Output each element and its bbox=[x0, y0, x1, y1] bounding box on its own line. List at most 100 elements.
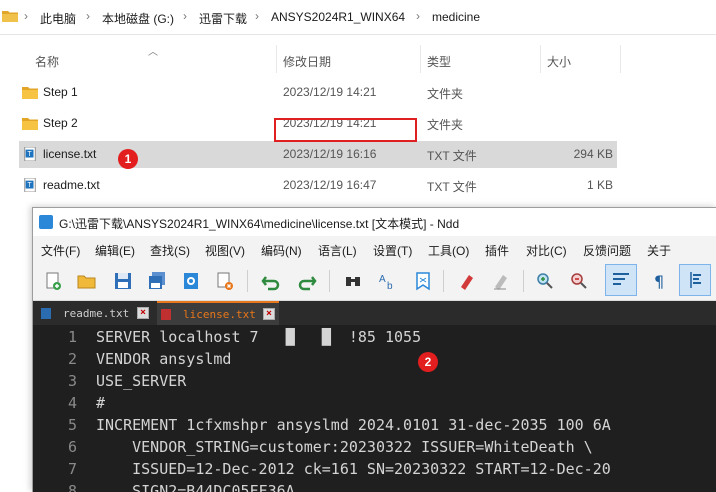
sort-up-icon: ︿ bbox=[148, 47, 158, 58]
zoom-in-icon[interactable] bbox=[533, 269, 557, 293]
chevron-right-icon: › bbox=[255, 9, 259, 23]
toolbar: Ab ¶ bbox=[33, 262, 716, 301]
tab-label: license.txt bbox=[183, 308, 256, 321]
column-name[interactable]: 名称 bbox=[35, 53, 59, 70]
file-date: 2023/12/19 16:47 bbox=[283, 178, 377, 192]
breadcrumb-item[interactable]: medicine bbox=[432, 10, 480, 24]
chevron-right-icon: › bbox=[416, 9, 420, 23]
file-size: 1 KB bbox=[586, 178, 613, 192]
menu-search[interactable]: 查找(S) bbox=[150, 242, 190, 259]
file-name: Step 2 bbox=[43, 116, 78, 130]
tab-license[interactable]: license.txt × bbox=[157, 301, 279, 327]
redo-icon[interactable] bbox=[295, 269, 319, 293]
bookmark-icon[interactable] bbox=[411, 269, 435, 293]
menu-feedback[interactable]: 反馈问题 bbox=[583, 242, 631, 259]
folder-icon bbox=[22, 87, 38, 99]
close-file-icon[interactable] bbox=[179, 269, 203, 293]
column-divider[interactable] bbox=[276, 45, 277, 73]
list-item-selected[interactable]: T license.txt 2023/12/19 16:16 TXT 文件 29… bbox=[19, 141, 617, 168]
line-number: 4 bbox=[67, 394, 77, 412]
column-divider[interactable] bbox=[420, 45, 421, 73]
save-icon bbox=[41, 308, 51, 319]
save-icon[interactable] bbox=[111, 269, 135, 293]
file-type: TXT 文件 bbox=[427, 180, 477, 194]
title-bar[interactable]: G:\迅雷下载\ANSYS2024R1_WINX64\medicine\lice… bbox=[33, 208, 716, 236]
text-editor[interactable]: 1 2 3 4 5 6 7 8 SERVER localhost 7 █ █ !… bbox=[33, 325, 716, 492]
breadcrumb-item[interactable]: 此电脑 bbox=[40, 10, 76, 27]
menu-settings[interactable]: 设置(T) bbox=[373, 242, 412, 259]
file-type: 文件夹 bbox=[427, 118, 464, 132]
menu-file[interactable]: 文件(F) bbox=[41, 242, 80, 259]
close-all-icon[interactable] bbox=[213, 269, 237, 293]
zoom-out-icon[interactable] bbox=[567, 269, 591, 293]
open-folder-icon[interactable] bbox=[75, 269, 99, 293]
code-line: VENDOR ansyslmd bbox=[96, 350, 232, 368]
tab-readme[interactable]: readme.txt × bbox=[37, 303, 155, 325]
show-symbols-icon[interactable]: ¶ bbox=[647, 269, 671, 293]
annotation-badge-1: 1 bbox=[118, 149, 138, 169]
chevron-right-icon: › bbox=[86, 9, 90, 23]
svg-text:T: T bbox=[27, 151, 32, 158]
menu-plugins[interactable]: 插件 bbox=[485, 242, 509, 259]
menu-encoding[interactable]: 编码(N) bbox=[261, 242, 302, 259]
column-date[interactable]: 修改日期 bbox=[283, 53, 331, 70]
svg-text:A: A bbox=[379, 274, 386, 285]
undo-icon[interactable] bbox=[259, 269, 283, 293]
column-type[interactable]: 类型 bbox=[427, 53, 451, 70]
word-wrap-icon[interactable] bbox=[605, 264, 637, 296]
file-date: 2023/12/19 16:16 bbox=[283, 147, 377, 161]
highlight-box bbox=[274, 118, 417, 142]
toolbar-separator bbox=[247, 270, 248, 292]
find-icon[interactable] bbox=[341, 269, 365, 293]
marker-icon[interactable] bbox=[455, 269, 479, 293]
chevron-right-icon: › bbox=[183, 9, 187, 23]
address-bar[interactable]: › 此电脑 › 本地磁盘 (G:) › 迅雷下载 › ANSYS2024R1_W… bbox=[0, 0, 716, 35]
eraser-icon[interactable] bbox=[489, 269, 513, 293]
line-number: 1 bbox=[67, 328, 77, 346]
code-line: USE_SERVER bbox=[96, 372, 187, 390]
window-title: G:\迅雷下载\ANSYS2024R1_WINX64\medicine\lice… bbox=[59, 217, 460, 231]
column-headers: ︿ 名称 修改日期 类型 大小 bbox=[0, 43, 716, 77]
line-number: 5 bbox=[67, 416, 77, 434]
list-item[interactable]: T readme.txt 2023/12/19 16:47 TXT 文件 1 K… bbox=[19, 172, 617, 199]
code-line: VENDOR_STRING=customer:20230322 ISSUER=W… bbox=[96, 438, 593, 456]
code-line: # bbox=[96, 394, 106, 412]
file-type: TXT 文件 bbox=[427, 149, 477, 163]
toolbar-separator bbox=[443, 270, 444, 292]
line-number: 6 bbox=[67, 438, 77, 456]
menu-about[interactable]: 关于 bbox=[647, 242, 671, 259]
list-item[interactable]: Step 1 2023/12/19 14:21 文件夹 bbox=[19, 79, 617, 106]
breadcrumb-item[interactable]: ANSYS2024R1_WINX64 bbox=[271, 10, 405, 24]
code-line: SERVER localhost 7 █ █ !85 1055 bbox=[96, 328, 422, 346]
code-line: ISSUED=12-Dec-2012 ck=161 SN=20230322 ST… bbox=[96, 460, 611, 478]
tab-label: readme.txt bbox=[63, 307, 130, 320]
indent-guide-icon[interactable] bbox=[679, 264, 711, 296]
line-number: 3 bbox=[67, 372, 77, 390]
replace-icon[interactable]: Ab bbox=[375, 269, 399, 293]
close-icon[interactable]: × bbox=[263, 308, 275, 320]
column-divider[interactable] bbox=[540, 45, 541, 73]
annotation-badge-2: 2 bbox=[418, 352, 438, 372]
chevron-right-icon: › bbox=[24, 9, 28, 23]
svg-text:T: T bbox=[27, 182, 32, 189]
ndd-logo-icon bbox=[39, 215, 53, 229]
new-file-icon[interactable] bbox=[41, 269, 65, 293]
menu-tools[interactable]: 工具(O) bbox=[428, 242, 469, 259]
toolbar-separator bbox=[329, 270, 330, 292]
save-icon bbox=[161, 309, 171, 320]
toolbar-separator bbox=[523, 270, 524, 292]
column-divider[interactable] bbox=[620, 45, 621, 73]
breadcrumb-item[interactable]: 本地磁盘 (G:) bbox=[102, 10, 174, 27]
menu-bar: 文件(F) 编辑(E) 查找(S) 视图(V) 编码(N) 语言(L) 设置(T… bbox=[33, 236, 716, 262]
menu-compare[interactable]: 对比(C) bbox=[526, 242, 567, 259]
tab-bar: readme.txt × license.txt × bbox=[33, 301, 716, 327]
save-all-icon[interactable] bbox=[145, 269, 169, 293]
column-size[interactable]: 大小 bbox=[547, 53, 571, 70]
menu-edit[interactable]: 编辑(E) bbox=[95, 242, 135, 259]
file-name: Step 1 bbox=[43, 85, 78, 99]
menu-language[interactable]: 语言(L) bbox=[318, 242, 357, 259]
breadcrumb-item[interactable]: 迅雷下载 bbox=[199, 10, 247, 27]
menu-view[interactable]: 视图(V) bbox=[205, 242, 245, 259]
text-file-icon: T bbox=[24, 147, 36, 161]
close-icon[interactable]: × bbox=[137, 307, 149, 319]
